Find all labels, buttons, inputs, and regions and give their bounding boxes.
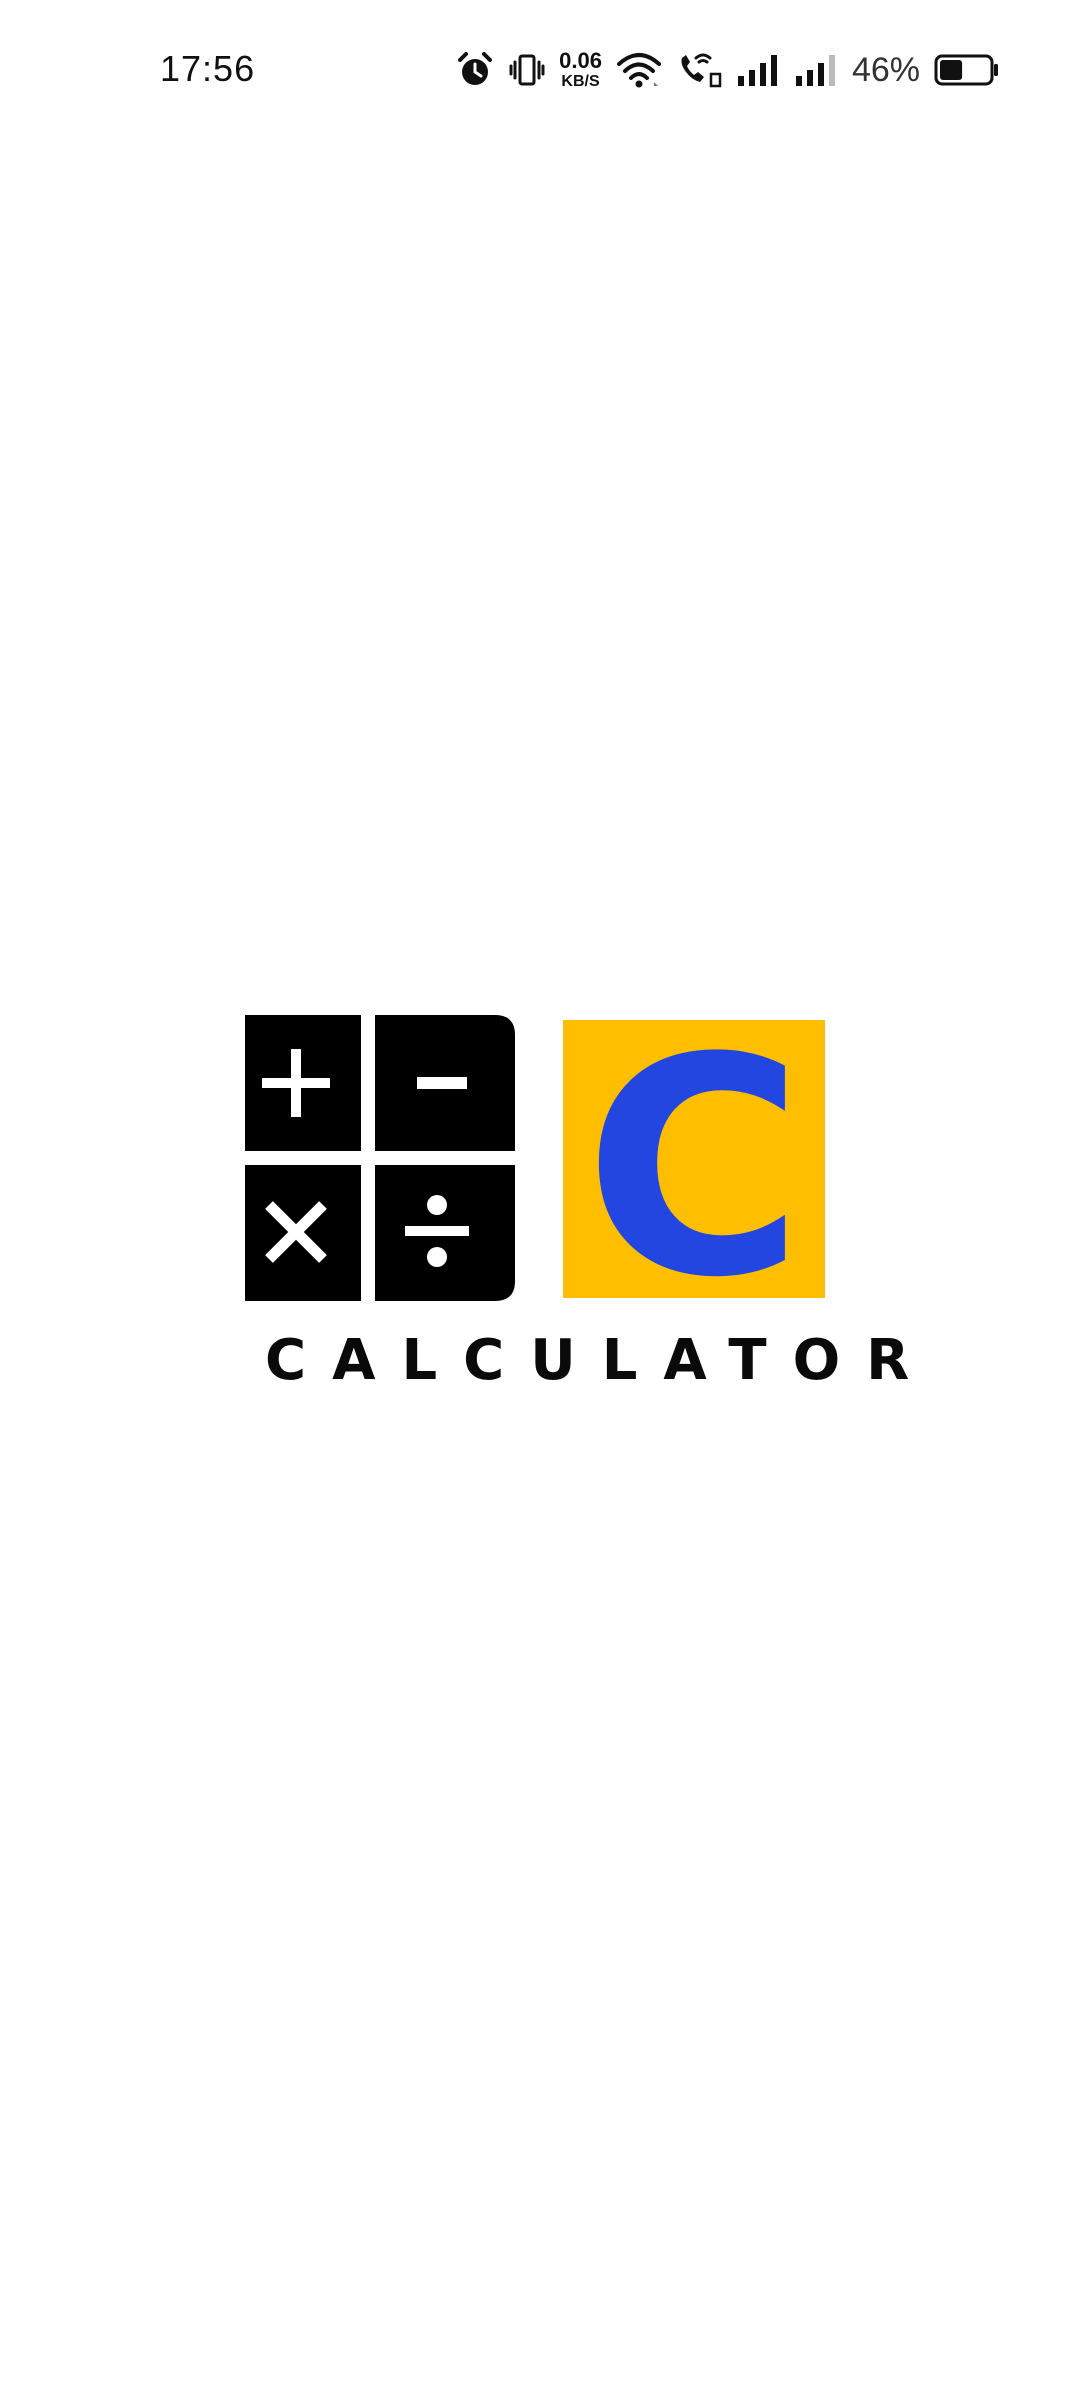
signal-1-icon [737, 55, 777, 86]
vibrate-icon [509, 54, 545, 86]
signal-2-icon [795, 55, 835, 86]
status-icons: 0.06 KB/S 46% [455, 48, 1000, 92]
alarm-icon [458, 52, 493, 85]
status-bar: 17:56 0.06 KB/S 46% [0, 0, 1080, 140]
app-name: CALCULATOR [265, 1328, 936, 1393]
battery-icon [934, 54, 998, 86]
logo-letter: C [584, 1020, 804, 1298]
logo-c-badge: C [563, 1020, 825, 1298]
battery-fill [940, 60, 963, 80]
splash-logo: C CALCULATOR [245, 1015, 936, 1395]
wifi-calling-icon [681, 53, 722, 88]
net-speed-unit: KB/S [561, 73, 600, 90]
status-time: 17:56 [160, 48, 256, 89]
calculator-keys-icon [245, 1015, 515, 1301]
wifi-icon [616, 53, 661, 88]
net-speed: 0.06 KB/S [559, 50, 602, 90]
net-speed-value: 0.06 [559, 48, 602, 73]
battery-percent: 46% [851, 50, 920, 89]
